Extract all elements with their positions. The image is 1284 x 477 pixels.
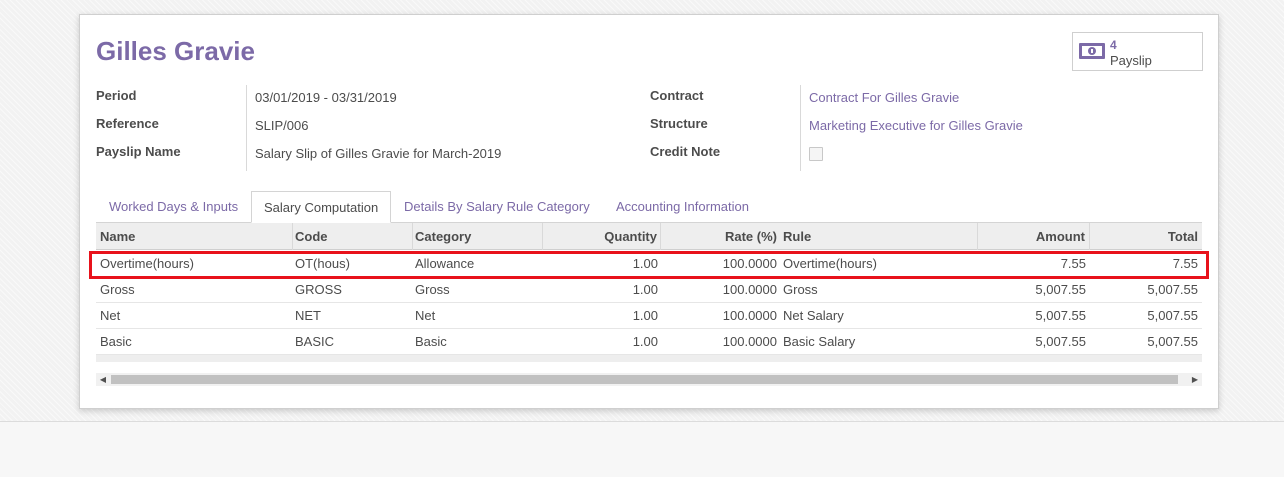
row-quantity: 1.00 [632,282,658,297]
row-category: Allowance [415,256,475,271]
row-quantity: 1.00 [632,256,658,271]
column-header-rate[interactable]: Rate (%) [661,223,777,250]
row-name: Overtime(hours) [100,256,194,271]
table-footer [96,355,1202,362]
row-amount: 5,007.55 [1035,334,1086,349]
row-rate: 100.0000 [722,308,777,323]
payslip-button-label: Payslip [1110,53,1152,68]
reference-label: Reference [96,116,159,131]
row-amount: 7.55 [1060,256,1086,271]
row-name: Net [100,308,121,323]
employee-name-title: Gilles Gravie [96,36,255,66]
structure-label: Structure [650,116,708,131]
table-header: Name Code Category Quantity Rate (%) Rul… [96,223,1202,250]
row-rule: Overtime(hours) [783,256,877,271]
payslip-name-label: Payslip Name [96,144,181,159]
scrollbar-thumb[interactable] [111,375,1178,384]
tab-details-by-salary-rule-category[interactable]: Details By Salary Rule Category [392,191,602,223]
tab-accounting-information[interactable]: Accounting Information [604,191,761,223]
table-row[interactable]: Net NET Net 1.00 100.0000 Net Salary 5,0… [96,303,1202,329]
row-name: Gross [100,282,135,297]
row-total: 5,007.55 [1147,308,1198,323]
money-icon [1079,43,1105,59]
row-category: Gross [415,282,450,297]
credit-note-label: Credit Note [650,144,721,159]
field-separator [246,85,247,171]
payslip-smart-button[interactable]: 4 Payslip [1072,32,1203,71]
column-header-total[interactable]: Total [1090,223,1202,250]
page-footer-area [0,421,1284,477]
credit-note-checkbox[interactable] [809,147,823,161]
scroll-right-arrow-icon[interactable]: ▶ [1188,373,1202,386]
column-header-amount[interactable]: Amount [978,223,1090,250]
row-rate: 100.0000 [722,334,777,349]
row-quantity: 1.00 [632,334,658,349]
row-category: Basic [415,334,447,349]
period-label: Period [96,88,137,103]
row-rule: Net Salary [783,308,844,323]
row-category: Net [415,308,436,323]
column-header-code[interactable]: Code [293,223,413,250]
row-quantity: 1.00 [632,308,658,323]
reference-value[interactable]: SLIP/006 [255,118,309,133]
payslip-name-value[interactable]: Salary Slip of Gilles Gravie for March-2… [255,146,501,161]
horizontal-scrollbar[interactable]: ◀ ▶ [96,373,1202,386]
table-row[interactable]: Basic BASIC Basic 1.00 100.0000 Basic Sa… [96,329,1202,355]
period-value[interactable]: 03/01/2019 - 03/31/2019 [255,90,397,105]
payslip-form-sheet: Gilles Gravie 4 Payslip Period Reference… [79,14,1219,409]
field-separator [800,85,801,171]
column-header-quantity[interactable]: Quantity [543,223,661,250]
tab-salary-computation[interactable]: Salary Computation [251,191,392,223]
scroll-left-arrow-icon[interactable]: ◀ [96,373,110,386]
row-amount: 5,007.55 [1035,308,1086,323]
column-header-category[interactable]: Category [413,223,543,250]
table-row[interactable]: Overtime(hours) OT(hous) Allowance 1.00 … [96,251,1202,277]
row-rate: 100.0000 [722,282,777,297]
payslip-count: 4 [1110,38,1117,52]
row-total: 5,007.55 [1147,334,1198,349]
row-total: 5,007.55 [1147,282,1198,297]
row-amount: 5,007.55 [1035,282,1086,297]
row-rate: 100.0000 [722,256,777,271]
structure-link[interactable]: Marketing Executive for Gilles Gravie [809,118,1023,133]
row-name: Basic [100,334,132,349]
contract-link[interactable]: Contract For Gilles Gravie [809,90,959,105]
row-total: 7.55 [1172,256,1198,271]
row-code: BASIC [295,334,335,349]
column-header-rule[interactable]: Rule [780,223,978,250]
tab-worked-days-inputs[interactable]: Worked Days & Inputs [97,191,250,223]
contract-label: Contract [650,88,704,103]
row-code: NET [295,308,321,323]
row-code: OT(hous) [295,256,350,271]
row-code: GROSS [295,282,342,297]
table-row[interactable]: Gross GROSS Gross 1.00 100.0000 Gross 5,… [96,277,1202,303]
row-rule: Basic Salary [783,334,856,349]
column-header-name[interactable]: Name [96,223,293,250]
row-rule: Gross [783,282,818,297]
